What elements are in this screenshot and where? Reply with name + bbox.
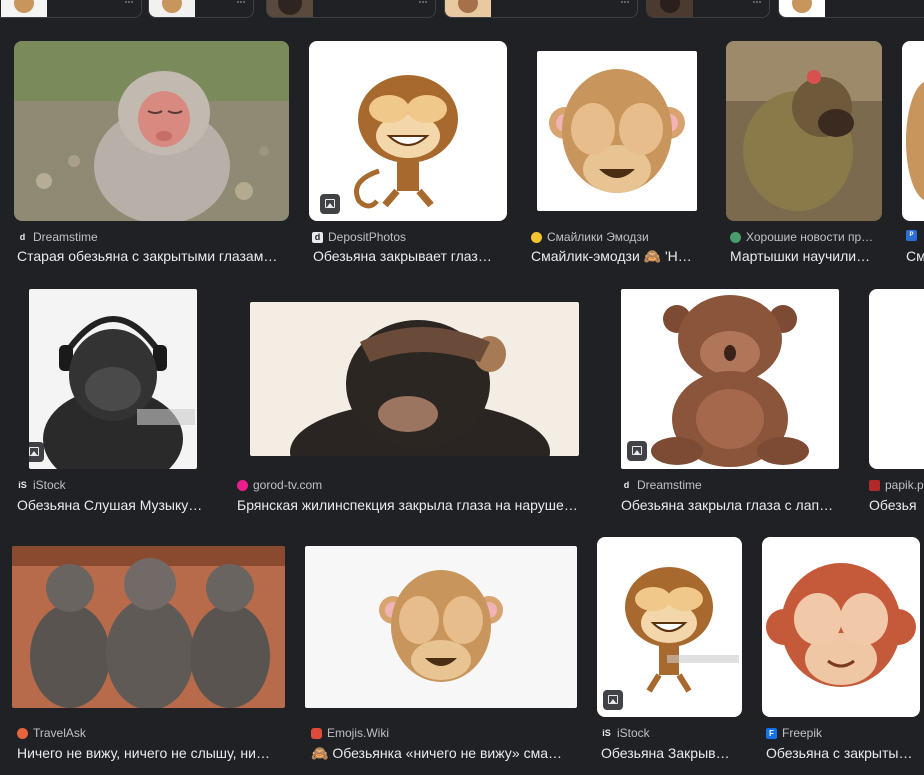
result-thumbnail[interactable] [726,41,882,221]
more-icon [753,1,761,6]
result-source[interactable]: Смайлики Эмодзи [547,230,649,244]
globe-icon [730,231,741,243]
result-thumbnail[interactable] [305,546,577,708]
result-thumbnail[interactable] [29,289,197,469]
dreamstime-logo-icon: d [19,231,26,242]
result-thumbnail[interactable] [902,41,924,221]
more-icon [621,1,629,6]
result-title[interactable]: Обезьяна Слушая Музыку… [17,497,217,513]
image-type-icon [29,442,44,462]
result-source[interactable]: papik.p [885,478,924,492]
result-title[interactable]: Обезьяна с закрыты… [766,745,920,761]
image-type-icon [320,194,340,214]
result-thumbnail[interactable] [762,537,920,717]
result-source[interactable]: Dreamstime [33,230,98,244]
result-thumbnail[interactable] [621,289,839,469]
image-type-icon [627,441,647,461]
result-source[interactable]: iStock [33,478,66,492]
result-thumbnail[interactable] [597,537,742,717]
result-thumbnail[interactable] [309,41,507,221]
result-source[interactable]: DepositPhotos [328,230,406,244]
dreamstime-logo-icon: d [623,479,630,490]
related-searches-strip [0,0,924,18]
istock-logo-icon: iS [18,479,27,490]
related-chip[interactable] [646,0,770,18]
result-title[interactable]: Обезьяна Закрыв… [601,745,741,761]
smiley-emoji-icon [531,231,542,243]
image-results-page: d Dreamstime Старая обезьяна с закрытыми… [0,0,924,775]
result-thumbnail[interactable] [869,289,924,469]
more-icon [419,1,427,6]
image-type-icon [603,690,623,710]
related-chip[interactable] [444,0,638,18]
result-thumbnail[interactable] [12,546,285,708]
more-icon [125,1,133,6]
result-source[interactable]: Emojis.Wiki [327,726,389,740]
related-chip[interactable] [266,0,436,18]
result-title[interactable]: Обезьяна закрывает глаз… [313,248,508,264]
related-chip[interactable] [778,0,924,18]
result-title[interactable]: Мартышки научили… [730,248,882,264]
result-title[interactable]: Брянская жилинспекция закрыла глаза на н… [237,497,595,513]
png-logo-icon: P [906,230,917,241]
result-source[interactable]: Хорошие новости пр… [746,230,873,244]
result-title[interactable]: Обезьяна закрыла глаза с лап… [621,497,845,513]
pink-dot-icon [237,479,248,491]
result-title[interactable]: Ничего не вижу, ничего не слышу, ни… [17,745,282,761]
result-source[interactable]: TravelAsk [33,726,86,740]
depositphotos-logo-icon: d [312,231,323,243]
result-thumbnail[interactable] [250,302,579,456]
result-title[interactable]: 🙈 Обезьянка «ничего не вижу» сма… [311,745,575,762]
travelask-logo-icon [17,727,28,739]
result-thumbnail[interactable] [537,51,697,211]
result-source[interactable]: Freepik [782,726,822,740]
result-source[interactable]: Dreamstime [637,478,702,492]
emojis-wiki-icon [311,727,322,739]
related-chip[interactable] [0,0,142,18]
result-title[interactable]: Смайлик-эмодзи 🙈 'Н… [531,248,701,265]
istock-logo-icon: iS [602,727,611,738]
result-source[interactable]: gorod-tv.com [253,478,322,492]
result-title[interactable]: Обезья [869,497,924,513]
related-chip[interactable] [148,0,254,18]
result-thumbnail[interactable] [14,41,289,221]
result-title[interactable]: См [906,248,924,264]
more-icon [237,1,245,6]
freepik-logo-icon: F [766,727,777,739]
result-title[interactable]: Старая обезьяна с закрытыми глазам… [17,248,289,264]
result-source[interactable]: iStock [617,726,650,740]
papik-logo-icon [869,479,880,491]
